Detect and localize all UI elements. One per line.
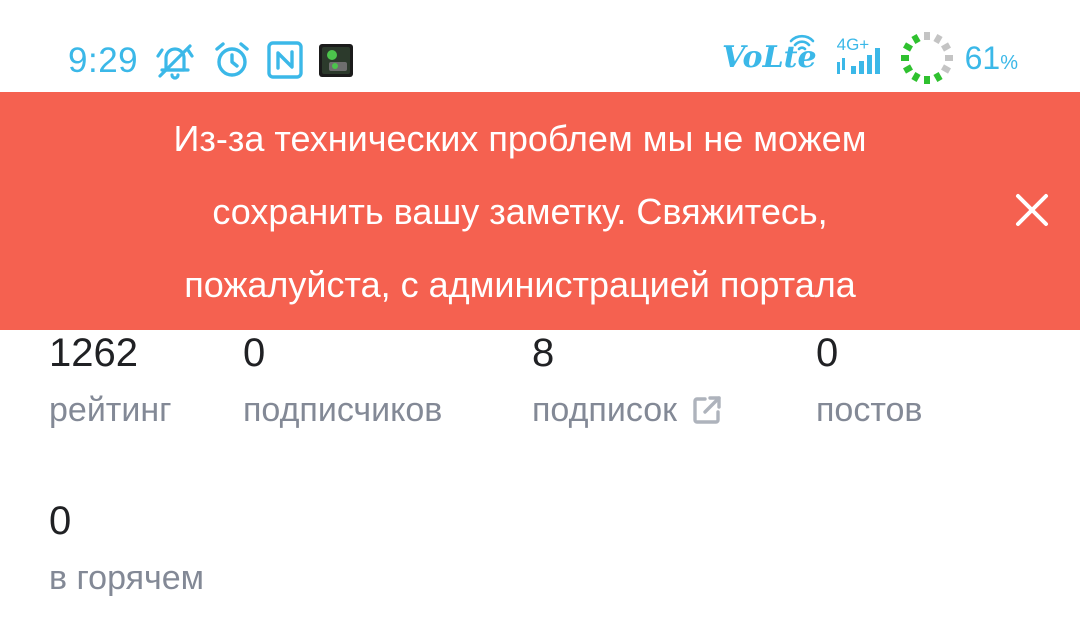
battery-ring-icon — [900, 32, 953, 84]
status-bar-left: 9:29 — [68, 34, 354, 86]
battery-percent-value: 61 — [964, 40, 1001, 76]
stat-value: 1262 — [49, 331, 138, 375]
nfc-icon — [267, 41, 303, 79]
stat-label: рейтинг — [49, 393, 172, 427]
close-icon[interactable] — [1012, 190, 1052, 230]
stat-value: 0 — [816, 331, 839, 375]
external-link-icon[interactable] — [691, 394, 723, 426]
stat-value: 0 — [243, 331, 266, 375]
stat-value: 0 — [49, 499, 72, 543]
alarm-icon — [215, 42, 249, 77]
stat-label: постов — [816, 393, 922, 427]
stat-value: 8 — [532, 331, 555, 375]
stat-label-text: в горячем — [49, 559, 205, 597]
stat-label-text: постов — [816, 391, 923, 429]
toast-message: Из-за технических проблем мы не можем со… — [60, 92, 980, 330]
signal-icon — [836, 48, 880, 74]
volte-icon: VoLte — [722, 40, 817, 75]
stat-label: в горячем — [49, 561, 204, 595]
stat-label: подписчиков — [243, 393, 442, 427]
stat-label-text: подписчиков — [243, 391, 443, 429]
battery-percent: 61% — [965, 42, 1018, 74]
app-notification-icon — [319, 44, 354, 77]
toast-message-line: пожалуйста, с администрацией портала — [184, 263, 856, 305]
stat-label-text: рейтинг — [49, 391, 172, 429]
toast-message-line: сохранить вашу заметку. Свяжитесь, — [212, 190, 828, 232]
stat-label: подписок — [532, 393, 723, 427]
profile-stats: 1262 рейтинг 0 подписчиков 8 подписок 0 … — [0, 330, 1080, 628]
clock: 9:29 — [68, 40, 139, 80]
status-bar-right: VoLte 4G+ 61% — [722, 26, 1018, 90]
battery-percent-unit: % — [1000, 52, 1018, 74]
toast-message-line: Из-за технических проблем мы не можем — [173, 117, 867, 159]
mute-icon — [156, 44, 194, 80]
error-toast: Из-за технических проблем мы не можем со… — [0, 92, 1080, 330]
mobile-network: 4G+ — [833, 36, 889, 80]
stat-label-text: подписок — [532, 391, 677, 429]
status-bar: 9:29 VoLte 4G+ 61% — [0, 0, 1080, 92]
